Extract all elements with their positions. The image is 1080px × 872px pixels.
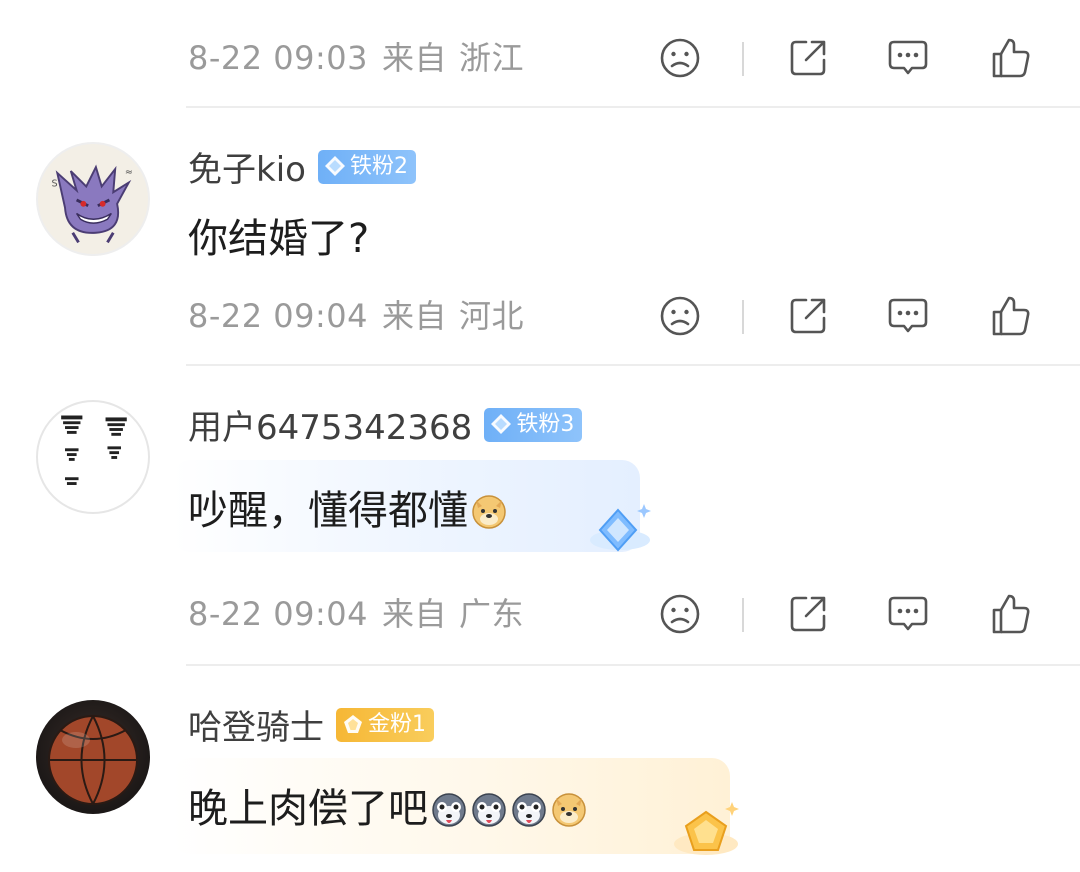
- diamond-icon: [491, 413, 512, 434]
- badge-label: 金粉1: [368, 711, 426, 737]
- husky-emoji: [510, 790, 548, 828]
- avatar[interactable]: S ≈: [36, 142, 150, 256]
- diamond-icon: [324, 155, 345, 176]
- gold-gem-bubble-icon: [674, 802, 739, 855]
- username[interactable]: 用户6475342368: [188, 408, 472, 448]
- svg-text:≈: ≈: [125, 167, 133, 178]
- share-icon: [790, 596, 826, 632]
- dislike-button[interactable]: [658, 294, 702, 338]
- doge-emoji: [550, 790, 588, 828]
- divider: [186, 664, 1080, 666]
- username-line: 用户6475342368 铁粉3: [188, 400, 583, 450]
- fan-badge[interactable]: 铁粉3: [484, 407, 583, 442]
- username[interactable]: 哈登骑士: [188, 708, 324, 748]
- badge-label: 铁粉2: [349, 153, 408, 179]
- comment-meta-row: 8-22 09:04 来自 广东: [186, 562, 1080, 666]
- svg-text:S: S: [52, 178, 58, 189]
- like-button[interactable]: [988, 294, 1032, 338]
- fan-badge[interactable]: 铁粉2: [317, 149, 416, 184]
- like-button[interactable]: [988, 36, 1032, 80]
- reply-button[interactable]: [886, 294, 930, 338]
- action-separator: [742, 598, 744, 632]
- comment-text: 吵醒，懂得都懂: [188, 478, 508, 536]
- dislike-button[interactable]: [658, 36, 702, 80]
- thumbs-up-icon: [992, 296, 1030, 336]
- sad-face-icon: [660, 594, 700, 634]
- fan-badge[interactable]: 金粉1: [336, 707, 434, 742]
- calligraphy-avatar-image: [61, 415, 127, 485]
- like-button[interactable]: [988, 592, 1032, 636]
- share-button[interactable]: [786, 592, 830, 636]
- badge-label: 铁粉3: [516, 411, 575, 437]
- comment-icon: [888, 596, 928, 631]
- sad-face-icon: [660, 296, 700, 336]
- husky-emoji: [470, 790, 508, 828]
- share-icon: [790, 298, 826, 334]
- share-icon: [790, 40, 826, 76]
- husky-emoji: [430, 790, 468, 828]
- username-line: 哈登骑士 金粉1: [188, 700, 434, 750]
- action-separator: [742, 300, 744, 334]
- comment-text: 你结婚了?: [188, 216, 370, 262]
- username[interactable]: 免子kio: [188, 150, 306, 190]
- reply-button[interactable]: [886, 592, 930, 636]
- gold-gem-icon: [344, 714, 362, 733]
- doge-emoji: [470, 492, 508, 530]
- thumbs-up-icon: [992, 38, 1030, 78]
- dislike-button[interactable]: [658, 592, 702, 636]
- action-separator: [742, 42, 744, 76]
- comment-text-content: 吵醒，懂得都懂: [188, 488, 468, 534]
- avatar[interactable]: [36, 700, 150, 814]
- avatar[interactable]: [36, 400, 150, 514]
- husky-icon: [472, 793, 506, 827]
- share-button[interactable]: [786, 36, 830, 80]
- sad-face-icon: [660, 38, 700, 78]
- comment-text: 晚上肉偿了吧: [188, 776, 588, 834]
- diamond-bubble-icon: [590, 504, 651, 552]
- divider: [186, 106, 1080, 108]
- comment-meta-row: 8-22 09:03 来自 浙江: [186, 6, 1080, 110]
- divider: [186, 364, 1080, 366]
- thumbs-up-icon: [992, 594, 1030, 634]
- doge-icon: [552, 793, 586, 827]
- husky-icon: [512, 793, 546, 827]
- comment-icon: [888, 298, 928, 333]
- comment-meta-row: 8-22 09:04 来自 河北: [186, 264, 1080, 368]
- reply-button[interactable]: [886, 36, 930, 80]
- basketball-avatar-image: [48, 715, 138, 805]
- username-line: 免子kio 铁粉2: [188, 142, 416, 192]
- share-button[interactable]: [786, 294, 830, 338]
- comment-text-content: 晚上肉偿了吧: [188, 786, 428, 832]
- comment-icon: [888, 40, 928, 75]
- doge-icon: [472, 495, 506, 529]
- monster-avatar-image: S≈: [52, 164, 133, 244]
- husky-icon: [432, 793, 466, 827]
